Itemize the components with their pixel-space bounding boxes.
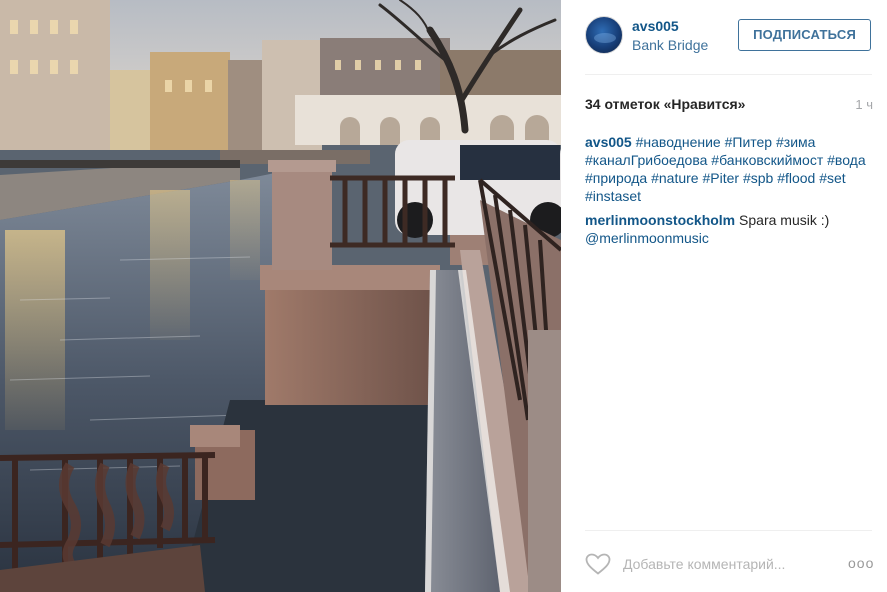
hashtag-link[interactable]: #instaset	[585, 188, 641, 204]
location-link[interactable]: Bank Bridge	[632, 37, 708, 53]
more-options-icon[interactable]: ooo	[848, 555, 874, 571]
post-actions: ooo	[585, 546, 885, 582]
photo-canvas	[0, 0, 561, 592]
comments-list: avs005 #наводнение #Питер #зима #каналГр…	[585, 133, 871, 248]
avatar[interactable]	[585, 16, 623, 54]
timestamp[interactable]: 1 ч	[855, 97, 873, 112]
divider	[585, 530, 872, 531]
comment-item: merlinmoonstockholm Spara musik :) @merl…	[585, 211, 871, 247]
add-comment-input[interactable]	[623, 554, 843, 574]
heart-icon[interactable]	[585, 553, 611, 575]
likes-count[interactable]: 34 отметок «Нравится»	[585, 96, 745, 112]
hashtag-link[interactable]: #каналГрибоедова	[585, 152, 707, 168]
hashtag-link[interactable]: #nature	[651, 170, 698, 186]
hashtag-link[interactable]: #spb	[743, 170, 773, 186]
hashtag-link[interactable]: #банковскиймост	[711, 152, 823, 168]
comment-username-link[interactable]: merlinmoonstockholm	[585, 212, 735, 228]
post-header: avs005 Bank Bridge ПОДПИСАТЬСЯ	[585, 16, 871, 56]
hashtag-link[interactable]: #зима	[776, 134, 815, 150]
hashtag-link[interactable]: #set	[819, 170, 845, 186]
post-photo[interactable]	[0, 0, 561, 592]
comment-mention-link[interactable]: @merlinmoonmusic	[585, 230, 709, 246]
caption-username-link[interactable]: avs005	[585, 134, 632, 150]
caption: avs005 #наводнение #Питер #зима #каналГр…	[585, 133, 871, 205]
hashtag-link[interactable]: #Piter	[702, 170, 739, 186]
hashtag-link[interactable]: #вода	[827, 152, 866, 168]
divider	[585, 74, 872, 75]
author-username-link[interactable]: avs005	[632, 18, 679, 34]
comment-text: Spara musik :)	[739, 212, 830, 228]
follow-button[interactable]: ПОДПИСАТЬСЯ	[738, 19, 871, 51]
post-sidebar: avs005 Bank Bridge ПОДПИСАТЬСЯ 34 отмето…	[561, 0, 887, 592]
hashtag-link[interactable]: #наводнение	[636, 134, 721, 150]
hashtag-link[interactable]: #Питер	[725, 134, 773, 150]
hashtag-link[interactable]: #flood	[777, 170, 815, 186]
hashtag-link[interactable]: #природа	[585, 170, 647, 186]
